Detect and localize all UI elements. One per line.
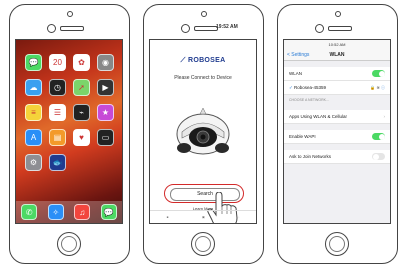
robosea-logo: ⟋ ROBOSEA [150,57,256,65]
phone-3: 10:52 AM < Settings WLAN WLAN ✓ Robosea-… [277,4,398,264]
front-camera [67,11,73,17]
tab-device[interactable]: ■ [167,215,169,219]
dock: ✆ ✧ ♫ 💬 [16,201,122,223]
status-bar [16,40,122,49]
back-to-settings-button[interactable]: < Settings [287,52,309,58]
home-button[interactable] [325,232,349,256]
ask-to-join-toggle[interactable] [372,153,385,160]
robosea-app-icon[interactable]: 🐟 [49,154,66,171]
enable-wapi-toggle[interactable] [372,133,385,140]
tab-album[interactable]: ▣ [202,215,205,219]
tab-bar: ■ ▣ ◦ [150,210,256,223]
wifi-icon: ≋ [376,84,380,90]
status-bar [150,40,256,49]
phone-2: 19:52 AM ⟋ ROBOSEA Please Connect to Dev… [143,4,264,264]
reminders-icon[interactable]: ☰ [49,104,66,121]
wlan-toggle[interactable] [372,70,385,77]
front-camera [201,11,207,17]
weather-icon[interactable]: ☁ [25,79,42,96]
wlan-settings-screen: 10:52 AM < Settings WLAN WLAN ✓ Robosea-… [283,39,391,224]
chevron-right-icon: › [383,114,386,119]
top-time: 19:52 AM [216,24,238,30]
video-icon[interactable]: ▶ [97,79,114,96]
fish-logo-icon: ⟋ [180,57,186,64]
camera-icon[interactable]: ◉ [97,54,114,71]
app-grid: 💬 20 ✿ ◉ ☁ ◷ ➚ ▶ ≡ ☰ ⌁ ★ A ▤ ♥ ▭ ⚙ 🐟 [16,49,122,171]
music-icon[interactable]: ♫ [74,204,91,220]
tab-me[interactable]: ◦ [238,215,239,219]
messages-icon[interactable]: 💬 [25,54,42,71]
phone-1: 💬 20 ✿ ◉ ☁ ◷ ➚ ▶ ≡ ☰ ⌁ ★ A ▤ ♥ ▭ ⚙ 🐟 ✆ ✧ ♫ 💬 [9,4,130,264]
enable-wapi-label: Enable WAPI [289,134,316,139]
enable-wapi-row: Enable WAPI [284,130,390,144]
messages-dock-icon[interactable]: 💬 [100,204,117,220]
ask-to-join-footnote [284,164,390,168]
maps-icon[interactable]: ➚ [73,79,90,96]
itunes-icon[interactable]: ★ [97,104,114,121]
logo-text: ROBOSEA [187,57,226,64]
stocks-icon[interactable]: ⌁ [73,104,90,121]
wlan-label: WLAN [289,71,303,76]
robosea-app-screen: ⟋ ROBOSEA Please Connect to Device Searc… [149,39,257,224]
earpiece-speaker [60,26,84,31]
info-icon[interactable]: ⓘ [381,85,385,90]
choose-network-label: CHOOSE A NETWORK... [289,98,329,102]
ask-to-join-label: Ask to Join Networks [289,154,332,159]
underwater-drone-image [176,107,230,155]
proximity-sensor [181,24,190,33]
ask-to-join-row: Ask to Join Networks [284,150,390,164]
wallet-icon[interactable]: ▭ [97,129,114,146]
clock-icon[interactable]: ◷ [49,79,66,96]
nav-bar: < Settings WLAN [284,49,390,61]
notes-icon[interactable]: ≡ [25,104,42,121]
proximity-sensor [47,24,56,33]
calendar-icon[interactable]: 20 [49,54,66,71]
status-bar: 10:52 AM [284,40,390,49]
safari-icon[interactable]: ✧ [47,204,64,220]
home-button[interactable] [57,232,81,256]
front-camera [335,11,341,17]
appstore-icon[interactable]: A [25,129,42,146]
connected-network-row[interactable]: ✓ Robosea-45359 🔒 ≋ ⓘ [284,81,390,95]
connect-prompt: Please Connect to Device [174,75,232,81]
status-center: 10:52 AM [328,42,346,47]
earpiece-speaker [328,26,352,31]
earpiece-speaker [194,26,218,31]
health-icon[interactable]: ♥ [73,129,90,146]
lock-icon: 🔒 [370,84,376,90]
photos-icon[interactable]: ✿ [73,54,90,71]
settings-icon[interactable]: ⚙ [25,154,42,171]
apps-using-wlan-label: Apps Using WLAN & Cellular [289,114,348,119]
home-button[interactable] [191,232,215,256]
home-screen: 💬 20 ✿ ◉ ☁ ◷ ➚ ▶ ≡ ☰ ⌁ ★ A ▤ ♥ ▭ ⚙ 🐟 ✆ ✧ ♫ 💬 [15,39,123,224]
proximity-sensor [315,24,324,33]
network-name: Robosea-45359 [294,84,327,90]
wlan-row: WLAN [284,67,390,81]
books-icon[interactable]: ▤ [49,129,66,146]
phone-icon[interactable]: ✆ [21,204,38,220]
apps-using-wlan-row[interactable]: Apps Using WLAN & Cellular › [284,110,390,124]
